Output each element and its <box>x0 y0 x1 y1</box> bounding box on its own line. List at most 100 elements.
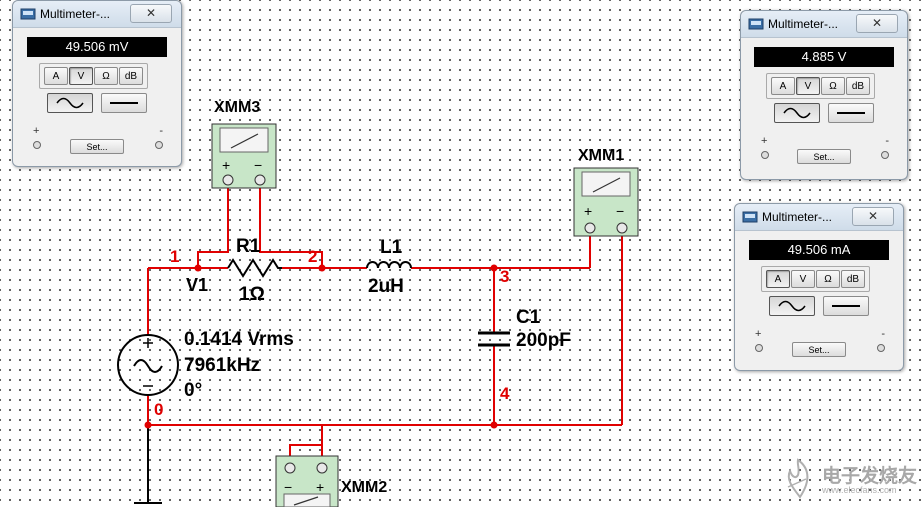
close-button[interactable]: ✕ <box>852 207 894 226</box>
inductor-l1[interactable] <box>366 261 412 269</box>
node-label-0: 0 <box>154 400 163 419</box>
mode-button-db[interactable]: dB <box>119 67 143 85</box>
elecfans-watermark: 电子发烧友 www.elecfans.com <box>778 457 918 503</box>
multimeter-app-icon <box>748 18 764 30</box>
multimeter-window-xmm2[interactable]: Multimeter-... ✕ 49.506 mA A V ΩdB + - Set... <box>734 203 904 371</box>
mode-button-ohms[interactable]: Ω <box>816 270 840 288</box>
mode-button-amps[interactable]: A <box>771 77 795 95</box>
l1-value-label: 2uH <box>368 276 404 297</box>
c1-value-label: 200pF <box>516 330 571 351</box>
minus-terminal-connector[interactable] <box>881 151 889 159</box>
v1-amplitude-label: 0.1414 Vrms <box>184 329 294 350</box>
mode-button-amps[interactable]: A <box>766 270 790 288</box>
instrument-xmm2[interactable]: − + <box>275 455 339 507</box>
multimeter-window-xmm1[interactable]: Multimeter-... ✕ 4.885 V A V ΩdB + - Set... <box>740 10 908 180</box>
xmm3-minus-label: − <box>254 157 262 173</box>
multimeter-window-xmm3[interactable]: Multimeter-... ✕ 49.506 mV A V ΩdB + - Set... <box>12 0 182 167</box>
minus-terminal-label: - <box>885 135 889 147</box>
r1-value-label: 1Ω <box>239 284 265 305</box>
c1-name-label: C1 <box>516 307 541 328</box>
junction-node2 <box>318 264 326 272</box>
minus-terminal-connector[interactable] <box>155 141 163 149</box>
mode-button-volts[interactable]: V <box>791 270 815 288</box>
mode-button-ohms[interactable]: Ω <box>94 67 118 85</box>
minus-terminal-label: - <box>881 328 885 340</box>
ac-mode-button[interactable] <box>774 103 820 123</box>
junction-node1 <box>194 264 202 272</box>
ac-source-v1[interactable] <box>117 334 179 396</box>
mode-button-volts[interactable]: V <box>796 77 820 95</box>
r1-name-label: R1 <box>236 236 261 257</box>
junction-node4 <box>490 421 498 429</box>
junction-node0 <box>144 421 152 429</box>
dc-line-icon <box>837 112 865 114</box>
mode-button-db[interactable]: dB <box>841 270 865 288</box>
l1-name-label: L1 <box>380 237 403 258</box>
wires[interactable] <box>147 183 623 470</box>
mode-button-amps[interactable]: A <box>44 67 68 85</box>
close-button[interactable]: ✕ <box>130 4 172 23</box>
ac-mode-button[interactable] <box>769 296 815 316</box>
resistor-r1[interactable] <box>227 258 282 278</box>
close-button[interactable]: ✕ <box>856 14 898 33</box>
elecfans-logo-icon <box>787 458 809 499</box>
plus-terminal-label: + <box>33 125 40 137</box>
watermark-name: 电子发烧友 <box>822 466 918 487</box>
plus-terminal-label: + <box>761 135 768 147</box>
dc-line-icon <box>110 102 138 104</box>
plus-terminal-label: + <box>755 328 762 340</box>
plus-terminal-connector[interactable] <box>755 344 763 352</box>
xmm1-minus-label: − <box>616 203 624 219</box>
multimeter-app-icon <box>742 211 758 223</box>
xmm2-label: XMM2 <box>341 479 387 496</box>
mode-button-ohms[interactable]: Ω <box>821 77 845 95</box>
instrument-xmm3[interactable]: + − <box>211 123 277 189</box>
set-button[interactable]: Set... <box>70 139 124 154</box>
plus-terminal-connector[interactable] <box>761 151 769 159</box>
xmm3-plus-label: + <box>222 157 230 173</box>
ac-mode-button[interactable] <box>47 93 93 113</box>
xmm3-label: XMM3 <box>214 99 260 116</box>
v1-phase-label: 0° <box>184 380 202 401</box>
window-titlebar[interactable]: Multimeter-... ✕ <box>13 1 181 28</box>
xmm1-label: XMM1 <box>578 147 624 164</box>
v1-frequency-label: 7961kHz <box>184 355 260 376</box>
ac-wave-icon <box>783 107 811 119</box>
mode-button-volts[interactable]: V <box>69 67 93 85</box>
xmm2-plus-label: + <box>316 479 324 495</box>
meter-reading: 49.506 mA <box>749 240 889 260</box>
watermark-site: www.elecfans.com <box>822 485 897 495</box>
window-title: Multimeter-... <box>768 17 839 31</box>
ac-wave-icon <box>778 300 806 312</box>
minus-terminal-connector[interactable] <box>877 344 885 352</box>
dc-line-icon <box>832 305 860 307</box>
meter-reading: 4.885 V <box>754 47 894 67</box>
set-button[interactable]: Set... <box>797 149 851 164</box>
node-label-1: 1 <box>170 247 179 266</box>
close-x-icon: ✕ <box>145 6 157 20</box>
multimeter-app-icon <box>20 8 36 20</box>
node-label-3: 3 <box>500 267 509 286</box>
capacitor-c1[interactable] <box>478 331 510 347</box>
window-titlebar[interactable]: Multimeter-... ✕ <box>735 204 903 231</box>
xmm2-minus-label: − <box>284 479 292 495</box>
v1-name-label: V1 <box>186 275 208 295</box>
dc-mode-button[interactable] <box>828 103 874 123</box>
dc-mode-button[interactable] <box>101 93 147 113</box>
wire-xmm3-plus <box>197 183 229 268</box>
window-title: Multimeter-... <box>762 210 833 224</box>
set-button[interactable]: Set... <box>792 342 846 357</box>
window-title: Multimeter-... <box>40 7 111 21</box>
instrument-xmm1[interactable]: + − <box>573 167 639 237</box>
close-x-icon: ✕ <box>867 209 879 223</box>
close-x-icon: ✕ <box>871 16 883 30</box>
meter-reading: 49.506 mV <box>27 37 167 57</box>
window-titlebar[interactable]: Multimeter-... ✕ <box>741 11 907 38</box>
plus-terminal-connector[interactable] <box>33 141 41 149</box>
junction-node3 <box>490 264 498 272</box>
dc-mode-button[interactable] <box>823 296 869 316</box>
node-label-2: 2 <box>308 247 317 266</box>
node-label-4: 4 <box>500 384 510 403</box>
mode-button-db[interactable]: dB <box>846 77 870 95</box>
ground-icon <box>134 425 162 504</box>
